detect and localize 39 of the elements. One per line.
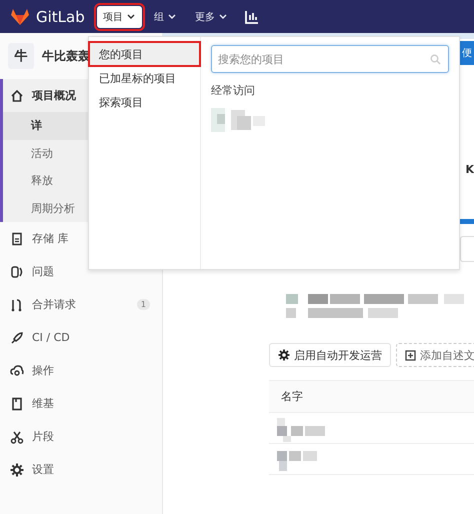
sidebar-item[interactable]: 存储 库	[0, 222, 162, 255]
file-icon	[10, 232, 24, 246]
home-icon	[10, 88, 24, 102]
sidebar-item[interactable]: 片段	[0, 420, 162, 453]
sidebar-item[interactable]: 维基	[0, 387, 162, 420]
sidebar-item[interactable]: 操作	[0, 354, 162, 387]
section-heading: 经常访问	[211, 83, 256, 98]
nav-menu-button[interactable]: 组	[148, 6, 183, 28]
merge-icon	[10, 298, 24, 312]
action-button[interactable]: 启用自动开发运营	[269, 343, 391, 367]
sidebar-item[interactable]: CI / CD	[0, 321, 162, 354]
menu-item[interactable]: 您的项目	[89, 42, 200, 66]
nav-menu-button[interactable]: 项目	[96, 6, 142, 28]
menu-item[interactable]: 探索项目	[89, 90, 200, 114]
cloud-icon	[10, 364, 24, 378]
sidebar-item[interactable]: 合并请求 1	[0, 288, 162, 321]
issues-icon	[10, 264, 24, 278]
settings-icon	[278, 349, 290, 361]
action-button[interactable]: 添加自述文	[396, 343, 474, 367]
chevron-down-icon	[126, 12, 136, 21]
plus-square-icon	[405, 350, 416, 360]
brand-name[interactable]: GitLab	[36, 8, 85, 26]
scissors-icon	[10, 430, 24, 444]
search-field[interactable]: 搜索您的项目	[211, 45, 449, 73]
count-badge: 1	[136, 299, 150, 310]
search-icon	[430, 54, 441, 65]
settings-icon	[10, 462, 24, 476]
book-icon	[10, 396, 24, 410]
menu-item[interactable]: 已加星标的项目	[89, 66, 200, 90]
sidebar-item[interactable]: 设置	[0, 453, 162, 486]
bar-chart-icon	[244, 8, 260, 24]
chevron-down-icon	[218, 12, 228, 21]
project-avatar: 牛	[8, 43, 34, 69]
chevron-down-icon	[166, 12, 177, 21]
fox-logo-icon	[10, 8, 30, 26]
nav-menu-button[interactable]: 更多	[188, 6, 234, 28]
size-text: K	[465, 163, 474, 178]
sidebar-item[interactable]: 问题	[0, 255, 162, 288]
column-header: 名字	[281, 389, 303, 404]
